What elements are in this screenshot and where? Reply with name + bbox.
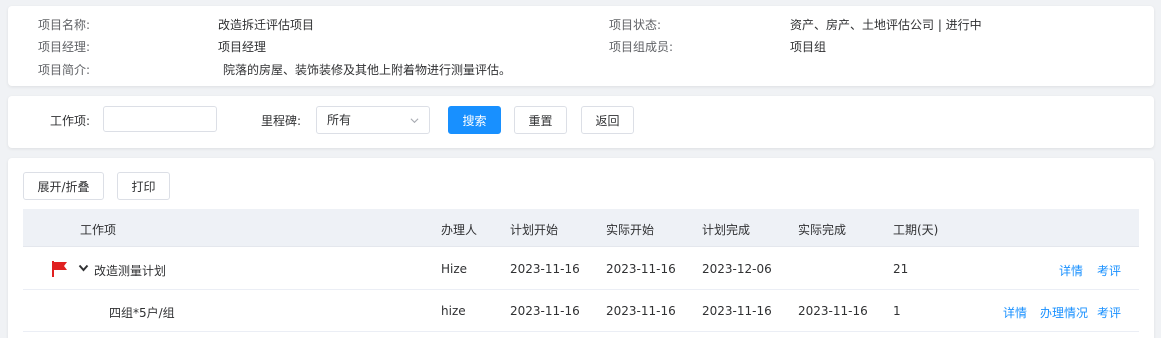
expand-collapse-button[interactable]: 展开/折叠 bbox=[23, 172, 104, 200]
project-name-value: 改造拆迁评估项目 bbox=[218, 18, 315, 32]
project-desc-value: 院落的房屋、装饰装修及其他上附着物进行测量评估。 bbox=[223, 63, 512, 77]
plan-end: 2023-11-16 bbox=[702, 304, 772, 318]
detail-link[interactable]: 详情 bbox=[1059, 262, 1083, 279]
project-status-value: 资产、房产、土地评估公司 | 进行中 bbox=[790, 18, 982, 32]
detail-link[interactable]: 详情 bbox=[1003, 304, 1027, 321]
actual-start: 2023-11-16 bbox=[606, 304, 676, 318]
duration: 1 bbox=[893, 304, 901, 318]
search-panel: 工作项: 里程碑: 所有 搜索 重置 返回 bbox=[8, 96, 1154, 148]
work-item-name: 改造测量计划 bbox=[94, 264, 167, 278]
table-row[interactable]: 四组*5户/组 hize 2023-11-16 2023-11-16 2023-… bbox=[23, 290, 1139, 332]
header-plan-end: 计划完成 bbox=[702, 223, 751, 237]
project-name-label: 项目名称: bbox=[38, 18, 91, 32]
plan-start: 2023-11-16 bbox=[510, 262, 580, 276]
work-item-input[interactable] bbox=[103, 106, 217, 132]
chevron-down-icon bbox=[410, 118, 419, 124]
reset-button[interactable]: 重置 bbox=[514, 106, 567, 134]
table-row[interactable]: 改造测量计划 Hize 2023-11-16 2023-11-16 2023-1… bbox=[23, 248, 1139, 290]
work-items-panel: 展开/折叠 打印 工作项 办理人 计划开始 实际开始 计划完成 实际完成 工期(… bbox=[8, 158, 1154, 338]
actual-start: 2023-11-16 bbox=[606, 262, 676, 276]
actual-end: 2023-11-16 bbox=[798, 304, 868, 318]
header-actual-start: 实际开始 bbox=[606, 223, 655, 237]
search-button[interactable]: 搜索 bbox=[448, 106, 501, 134]
evaluate-link[interactable]: 考评 bbox=[1097, 304, 1121, 321]
project-status-label: 项目状态: bbox=[609, 18, 662, 32]
header-work-item: 工作项 bbox=[80, 223, 117, 237]
progress-link[interactable]: 办理情况 bbox=[1040, 304, 1088, 321]
assignee: hize bbox=[441, 304, 466, 318]
project-members-value: 项目组 bbox=[790, 40, 827, 54]
work-item-label: 工作项: bbox=[50, 114, 91, 128]
plan-end: 2023-12-06 bbox=[702, 262, 772, 276]
project-members-label: 项目组成员: bbox=[609, 40, 674, 54]
print-button[interactable]: 打印 bbox=[117, 172, 170, 200]
assignee: Hize bbox=[441, 262, 468, 276]
flag-icon bbox=[52, 261, 67, 277]
chevron-down-icon[interactable] bbox=[78, 263, 89, 273]
table-header: 工作项 办理人 计划开始 实际开始 计划完成 实际完成 工期(天) bbox=[23, 209, 1139, 247]
work-item-name: 四组*5户/组 bbox=[109, 306, 175, 320]
duration: 21 bbox=[893, 262, 909, 276]
back-button[interactable]: 返回 bbox=[581, 106, 634, 134]
project-manager-value: 项目经理 bbox=[218, 40, 267, 54]
project-manager-label: 项目经理: bbox=[38, 40, 91, 54]
milestone-label: 里程碑: bbox=[261, 114, 302, 128]
plan-start: 2023-11-16 bbox=[510, 304, 580, 318]
header-duration: 工期(天) bbox=[893, 223, 939, 237]
project-info-panel: 项目名称: 改造拆迁评估项目 项目经理: 项目经理 项目简介: 院落的房屋、装饰… bbox=[8, 6, 1154, 86]
header-plan-start: 计划开始 bbox=[510, 223, 559, 237]
header-actual-end: 实际完成 bbox=[798, 223, 847, 237]
project-desc-label: 项目简介: bbox=[38, 63, 91, 77]
header-assignee: 办理人 bbox=[441, 223, 478, 237]
evaluate-link[interactable]: 考评 bbox=[1097, 262, 1121, 279]
milestone-select[interactable]: 所有 bbox=[316, 106, 430, 134]
milestone-select-value: 所有 bbox=[327, 113, 352, 127]
